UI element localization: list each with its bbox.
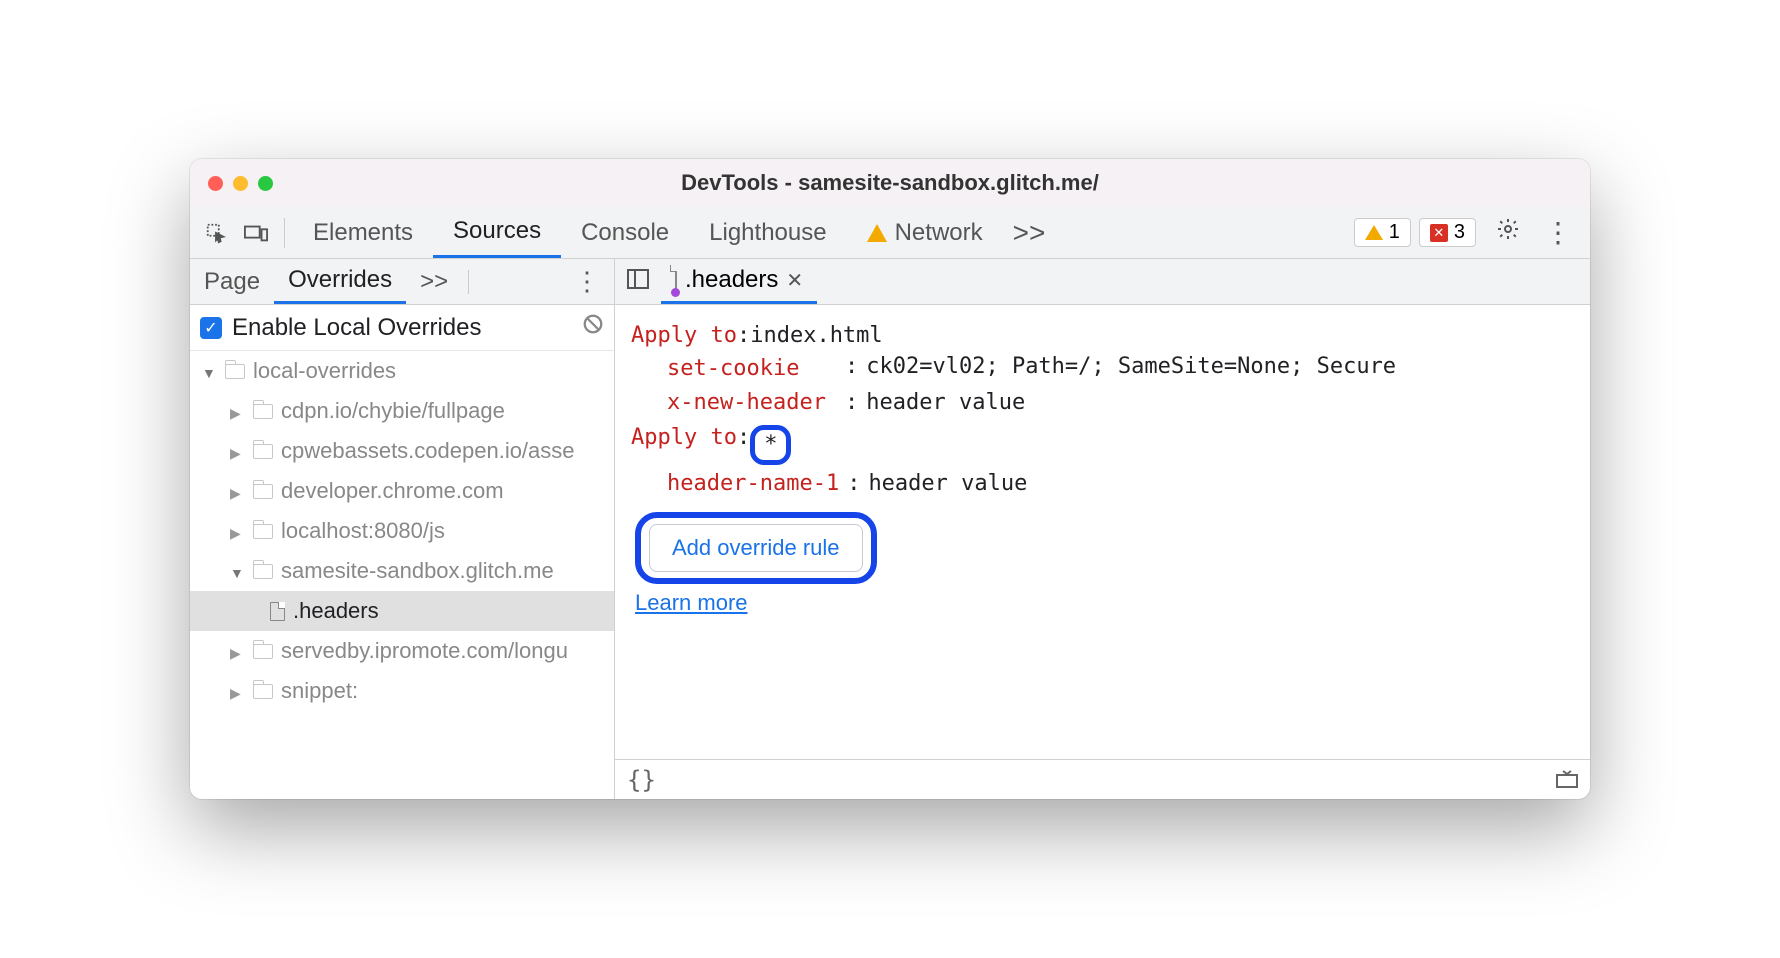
- sidebar-tab-page[interactable]: Page: [190, 259, 274, 304]
- close-tab-icon[interactable]: ✕: [786, 268, 803, 293]
- enable-overrides-row: ✓ Enable Local Overrides: [190, 305, 614, 351]
- tree-item[interactable]: localhost:8080/js: [190, 511, 614, 551]
- tab-network[interactable]: Network: [847, 207, 1003, 258]
- enable-overrides-checkbox[interactable]: ✓: [200, 317, 222, 339]
- tab-console[interactable]: Console: [561, 207, 689, 258]
- separator: [468, 270, 469, 294]
- sources-sidebar: Page Overrides >> ⋮ ✓ Enable Local Overr…: [190, 259, 615, 799]
- titlebar: DevTools - samesite-sandbox.glitch.me/: [190, 159, 1590, 207]
- add-override-rule-button[interactable]: Add override rule: [649, 524, 863, 572]
- chevron-right-icon: [230, 438, 245, 464]
- header-name[interactable]: x-new-header: [667, 390, 837, 415]
- folder-icon: [225, 364, 245, 379]
- toggle-navigator-icon[interactable]: [615, 268, 661, 296]
- file-tab[interactable]: .headers ✕: [661, 259, 817, 304]
- folder-icon: [253, 684, 273, 699]
- folder-icon: [253, 484, 273, 499]
- sidebar-tab-overrides[interactable]: Overrides: [274, 259, 406, 304]
- content-area: Page Overrides >> ⋮ ✓ Enable Local Overr…: [190, 259, 1590, 799]
- main-toolbar: Elements Sources Console Lighthouse Netw…: [190, 207, 1590, 259]
- header-name[interactable]: header-name-1: [667, 471, 839, 496]
- device-icon[interactable]: [236, 223, 276, 243]
- warning-icon: [1365, 225, 1383, 240]
- tree-label: samesite-sandbox.glitch.me: [281, 558, 554, 584]
- sidebar-menu-icon[interactable]: ⋮: [560, 266, 614, 297]
- tree-label: snippet:: [281, 678, 358, 704]
- highlighted-target: *: [750, 425, 791, 466]
- folder-icon: [253, 524, 273, 539]
- chevron-right-icon: [230, 398, 245, 424]
- window-title: DevTools - samesite-sandbox.glitch.me/: [190, 170, 1590, 196]
- file-tab-bar: .headers ✕: [615, 259, 1590, 305]
- tree-root[interactable]: local-overrides: [190, 351, 614, 391]
- kebab-menu-icon[interactable]: ⋮: [1532, 216, 1584, 249]
- folder-icon: [253, 564, 273, 579]
- sidebar-tabs-overflow[interactable]: >>: [406, 259, 462, 304]
- separator: [284, 218, 285, 248]
- enable-overrides-label: Enable Local Overrides: [232, 314, 481, 342]
- highlighted-add-button: Add override rule: [635, 512, 877, 584]
- tree-item[interactable]: cpwebassets.codepen.io/asse: [190, 431, 614, 471]
- warnings-count: 1: [1389, 221, 1400, 244]
- tree-label: servedby.ipromote.com/longu: [281, 638, 568, 664]
- chevron-right-icon: [230, 478, 245, 504]
- settings-icon[interactable]: [1484, 217, 1532, 248]
- apply-to-label: Apply to: [631, 323, 737, 348]
- tree-item[interactable]: cdpn.io/chybie/fullpage: [190, 391, 614, 431]
- folder-icon: [253, 444, 273, 459]
- tree-label: .headers: [293, 598, 379, 624]
- header-value[interactable]: header value: [866, 390, 1025, 415]
- editor-footer: {}: [615, 759, 1590, 799]
- overrides-tree: local-overrides cdpn.io/chybie/fullpage …: [190, 351, 614, 799]
- chevron-right-icon: [230, 518, 245, 544]
- errors-count: 3: [1454, 221, 1465, 244]
- tab-sources[interactable]: Sources: [433, 207, 561, 258]
- tree-item[interactable]: developer.chrome.com: [190, 471, 614, 511]
- tree-item[interactable]: servedby.ipromote.com/longu: [190, 631, 614, 671]
- inspect-icon[interactable]: [196, 222, 236, 244]
- tabs-overflow[interactable]: >>: [1003, 217, 1056, 249]
- drawer-toggle-icon[interactable]: [1556, 766, 1578, 794]
- chevron-right-icon: [230, 678, 245, 704]
- tree-item[interactable]: samesite-sandbox.glitch.me: [190, 551, 614, 591]
- file-tab-name: .headers: [685, 266, 778, 294]
- chevron-right-icon: [230, 638, 245, 664]
- learn-more-link[interactable]: Learn more: [635, 590, 748, 615]
- tab-lighthouse[interactable]: Lighthouse: [689, 207, 846, 258]
- footer-braces[interactable]: {}: [627, 766, 656, 794]
- warnings-badge[interactable]: 1: [1354, 218, 1411, 247]
- header-value[interactable]: ck02=vl02; Path=/; SameSite=None; Secure: [866, 354, 1396, 384]
- tree-label: local-overrides: [253, 358, 396, 384]
- apply-to-label: Apply to: [631, 425, 737, 466]
- clear-overrides-icon[interactable]: [582, 313, 604, 342]
- tab-elements[interactable]: Elements: [293, 207, 433, 258]
- file-modified-icon: [675, 266, 677, 294]
- tree-item[interactable]: snippet:: [190, 671, 614, 711]
- errors-badge[interactable]: ✕ 3: [1419, 218, 1476, 247]
- tree-file-selected[interactable]: .headers: [190, 591, 614, 631]
- apply-target[interactable]: *: [764, 432, 777, 457]
- header-value[interactable]: header value: [868, 471, 1027, 496]
- chevron-down-icon: [230, 558, 245, 584]
- editor-area: .headers ✕ Apply to : index.html set-coo…: [615, 259, 1590, 799]
- header-name[interactable]: set-cookie: [667, 354, 837, 384]
- apply-target[interactable]: index.html: [750, 323, 882, 348]
- tree-label: localhost:8080/js: [281, 518, 445, 544]
- tree-label: cpwebassets.codepen.io/asse: [281, 438, 575, 464]
- sidebar-tabs: Page Overrides >> ⋮: [190, 259, 614, 305]
- panel-tabs: Elements Sources Console Lighthouse Netw…: [293, 207, 1055, 258]
- error-icon: ✕: [1430, 224, 1448, 242]
- chevron-down-icon: [202, 358, 217, 384]
- folder-icon: [253, 644, 273, 659]
- devtools-window: DevTools - samesite-sandbox.glitch.me/ E…: [190, 159, 1590, 799]
- tree-label: cdpn.io/chybie/fullpage: [281, 398, 505, 424]
- file-icon: [270, 602, 285, 621]
- folder-icon: [253, 404, 273, 419]
- headers-editor[interactable]: Apply to : index.html set-cookie : ck02=…: [615, 305, 1590, 759]
- tree-label: developer.chrome.com: [281, 478, 504, 504]
